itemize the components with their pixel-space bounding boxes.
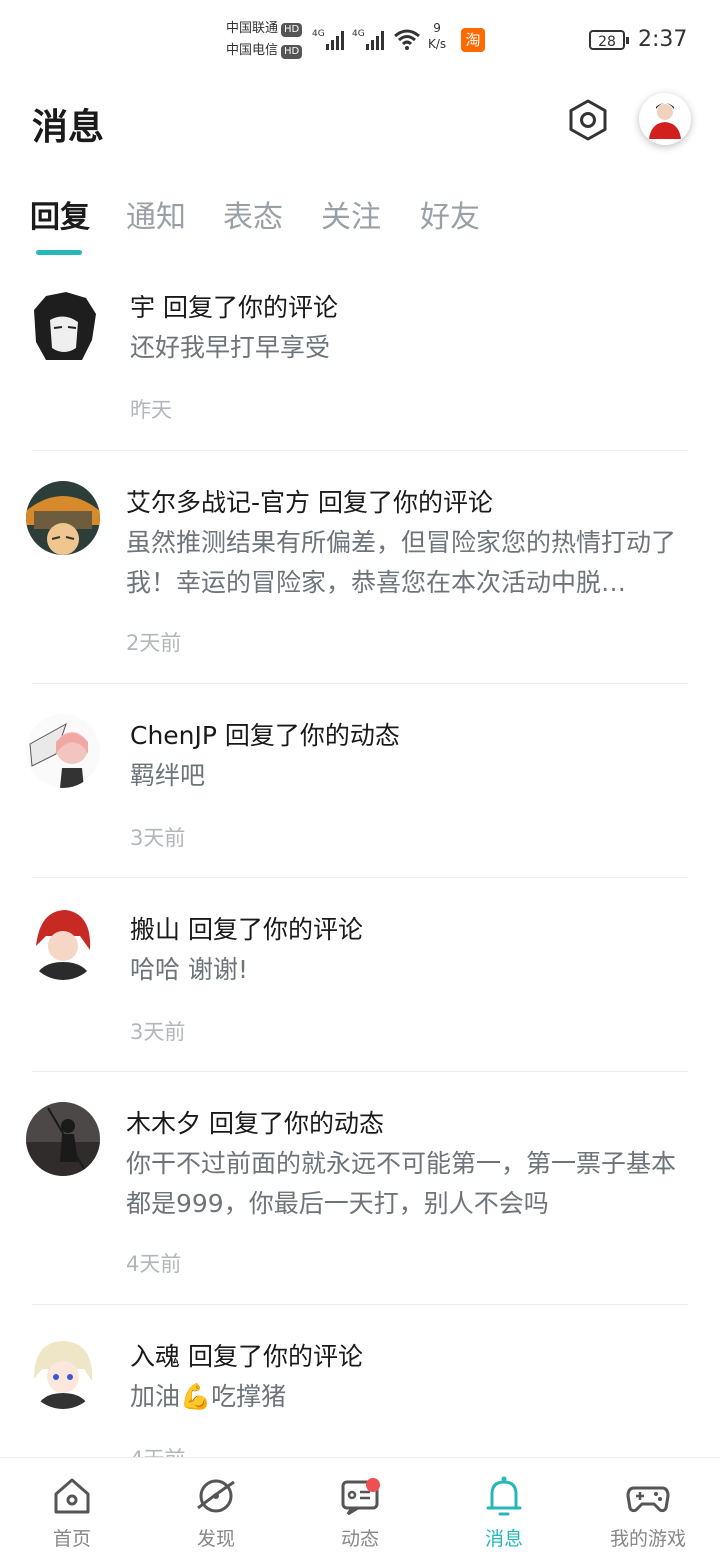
nav-discover[interactable]: 发现 (144, 1458, 288, 1560)
tab-friends[interactable]: 好友 (420, 192, 480, 236)
avatar[interactable] (26, 290, 100, 364)
message-time: 2天前 (126, 631, 182, 655)
avatar-image (26, 481, 100, 555)
message-title: ChenJP 回复了你的动态 (130, 721, 400, 750)
list-item[interactable]: 入魂 回复了你的评论 加油💪吃撑猪 4天前 (0, 1305, 720, 1471)
carrier-2: 中国电信 (226, 43, 279, 58)
carrier-info: 中国联通 HD 中国电信 HD (226, 18, 303, 62)
avatar-image (26, 290, 100, 364)
message-time: 4天前 (126, 1252, 182, 1276)
network-speed: 9 K/s (428, 20, 446, 52)
user-avatar-image (641, 95, 689, 143)
tab-reply[interactable]: 回复 (30, 192, 90, 236)
speed-value: 9 (433, 21, 441, 35)
network-type-1: 4G (312, 29, 325, 39)
discover-icon (197, 1479, 235, 1513)
active-tab-indicator (36, 250, 82, 255)
avatar-image (26, 1335, 100, 1409)
nav-messages[interactable]: 消息 (432, 1458, 576, 1560)
message-time: 3天前 (130, 1020, 186, 1044)
user-avatar[interactable] (639, 93, 691, 145)
message-title: 入魂 回复了你的评论 (130, 1342, 363, 1371)
message-content: 你干不过前面的就永远不可能第一，第一票子基本都是999，你最后一天打，别人不会吗 (126, 1149, 677, 1218)
avatar[interactable] (26, 714, 100, 788)
tab-follow[interactable]: 关注 (321, 192, 381, 236)
list-item[interactable]: 宇 回复了你的评论 还好我早打早享受 昨天 (0, 270, 720, 450)
clock: 2:37 (638, 27, 688, 52)
signal-icon: 4G (352, 29, 384, 50)
avatar[interactable] (26, 481, 100, 555)
taobao-notification-icon: 淘 (461, 28, 485, 52)
nav-label: 发现 (196, 1528, 235, 1550)
hd-badge: HD (281, 23, 303, 37)
avatar[interactable] (26, 1102, 100, 1176)
message-content: 哈哈 谢谢! (130, 955, 248, 984)
network-type-2: 4G (352, 29, 365, 39)
message-time: 3天前 (130, 826, 186, 850)
message-content: 羁绊吧 (130, 761, 206, 790)
nav-label: 我的游戏 (609, 1528, 686, 1550)
bottom-navigation: 首页 发现 动态 消息 我的游戏 (0, 1457, 720, 1560)
nav-label: 动态 (340, 1528, 379, 1550)
battery-icon: 28 (589, 30, 629, 50)
settings-icon[interactable] (566, 98, 610, 142)
message-title: 艾尔多战记-官方 回复了你的评论 (126, 488, 493, 517)
nav-my-games[interactable]: 我的游戏 (576, 1458, 720, 1560)
gamepad-icon (626, 1486, 670, 1513)
message-time: 昨天 (130, 398, 172, 422)
avatar-image (26, 1102, 100, 1176)
list-item[interactable]: ChenJP 回复了你的动态 羁绊吧 3天前 (0, 684, 720, 877)
message-title: 搬山 回复了你的评论 (130, 915, 363, 944)
page-header: 消息 (0, 90, 720, 160)
bell-icon (486, 1476, 522, 1516)
carrier-1: 中国联通 (226, 21, 279, 36)
avatar-image (26, 714, 100, 788)
avatar[interactable] (26, 906, 100, 980)
signal-icon: 4G (312, 29, 344, 50)
notification-dot (366, 1478, 380, 1492)
nav-home[interactable]: 首页 (0, 1458, 144, 1560)
avatar[interactable] (26, 1335, 100, 1409)
wifi-icon (394, 29, 420, 50)
message-title: 宇 回复了你的评论 (130, 293, 338, 322)
nav-feed[interactable]: 动态 (288, 1458, 432, 1560)
message-content: 还好我早打早享受 (130, 333, 331, 362)
page-title: 消息 (32, 107, 105, 148)
message-content: 虽然推测结果有所偏差，但冒险家您的热情打动了我！幸运的冒险家，恭喜您在本次活动中… (126, 528, 677, 597)
message-tabs: 回复 通知 表态 关注 好友 (0, 192, 720, 262)
nav-label: 首页 (52, 1528, 91, 1550)
hd-badge: HD (281, 45, 303, 59)
message-title: 木木夕 回复了你的动态 (126, 1109, 384, 1138)
tab-notice[interactable]: 通知 (126, 192, 186, 236)
tab-reaction[interactable]: 表态 (223, 192, 283, 236)
list-item[interactable]: 艾尔多战记-官方 回复了你的评论 虽然推测结果有所偏差，但冒险家您的热情打动了我… (0, 451, 720, 683)
message-content: 加油💪吃撑猪 (130, 1382, 287, 1411)
list-item[interactable]: 木木夕 回复了你的动态 你干不过前面的就永远不可能第一，第一票子基本都是999，… (0, 1072, 720, 1304)
list-item[interactable]: 搬山 回复了你的评论 哈哈 谢谢! 3天前 (0, 878, 720, 1071)
speed-unit: K/s (428, 37, 447, 51)
nav-label: 消息 (484, 1528, 523, 1550)
status-bar: 中国联通 HD 中国电信 HD 4G 4G 9 K/s 淘 28 2:37 (0, 0, 720, 80)
home-icon (54, 1478, 90, 1514)
avatar-image (26, 906, 100, 980)
